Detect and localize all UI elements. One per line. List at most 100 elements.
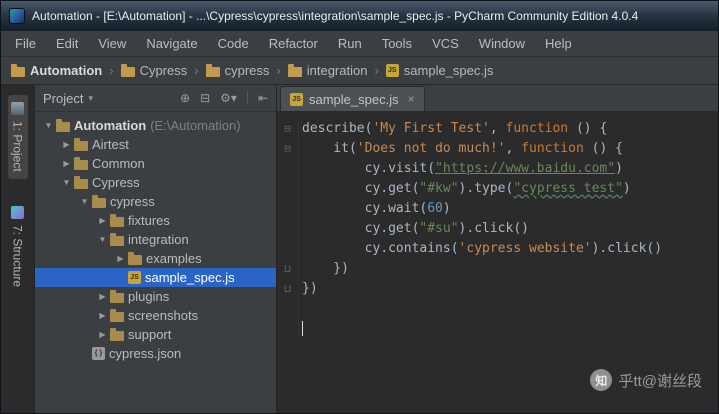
structure-icon [11,206,24,219]
main-area: 1: Project 7: Structure Project ▾ ⊕ ⊟ ⚙▾ ⇤ ▼… [1,85,718,413]
chevron-expanded-icon[interactable]: ▼ [95,235,110,244]
menu-item-edit[interactable]: Edit [46,31,88,56]
chevron-expanded-icon[interactable]: ▼ [41,121,56,130]
tree-item-path: (E:\Automation) [150,118,240,133]
code-line-11[interactable] [277,318,718,338]
chevron-collapsed-icon[interactable]: ▶ [59,159,74,168]
gutter-spacer [277,238,299,258]
tree-item-common[interactable]: ▶ Common [35,154,276,173]
project-view-selector[interactable]: Project ▾ [43,91,93,106]
tree-item-label: Automation [74,118,146,133]
fold-marker-icon[interactable]: ⊟ [277,138,299,158]
editor-area: JS sample_spec.js × ⊟describe('My First … [277,85,718,413]
tree-item-label: integration [128,232,189,247]
gutter-spacer [277,298,299,318]
breadcrumb-item-cypress[interactable]: cypress [206,63,270,78]
tree-item-cypress-json[interactable]: { }cypress.json [35,344,276,363]
code-line-6[interactable]: cy.get("#su").click() [277,218,718,238]
tree-item-label: support [128,327,171,342]
gutter-spacer [277,178,299,198]
code-line-4[interactable]: cy.get("#kw").type("cypress test") [277,178,718,198]
folder-icon [11,67,25,77]
tree-item-integration[interactable]: ▼ integration [35,230,276,249]
code-line-7[interactable]: cy.contains('cypress website').click() [277,238,718,258]
code-line-1[interactable]: ⊟describe('My First Test', function () { [277,118,718,138]
code-line-10[interactable] [277,298,718,318]
breadcrumb-item-cypress[interactable]: Cypress [121,63,188,78]
title-bar[interactable]: Automation - [E:\Automation] - ...\Cypre… [1,1,718,31]
tree-item-plugins[interactable]: ▶plugins [35,287,276,306]
code-line-9[interactable]: ⊔}) [277,278,718,298]
breadcrumb-label: cypress [225,63,270,78]
code-lines[interactable]: ⊟describe('My First Test', function () {… [277,112,718,413]
chevron-collapsed-icon[interactable]: ▶ [95,292,110,301]
tree-item-label: Cypress [92,175,140,190]
folder-icon [110,293,124,303]
tree-item-cypress[interactable]: ▼cypress [35,192,276,211]
breadcrumb-item-integration[interactable]: integration [288,63,368,78]
breadcrumb-label: integration [307,63,368,78]
breadcrumb-item-automation[interactable]: Automation [11,63,102,78]
menu-item-vcs[interactable]: VCS [422,31,469,56]
fold-marker-icon[interactable]: ⊔ [277,278,299,298]
chevron-collapsed-icon[interactable]: ▶ [95,216,110,225]
chevron-collapsed-icon[interactable]: ▶ [95,311,110,320]
tree-item-cypress[interactable]: ▼ Cypress [35,173,276,192]
tree-item-examples[interactable]: ▶examples [35,249,276,268]
tree-item-label: Common [92,156,145,171]
tree-item-fixtures[interactable]: ▶ fixtures [35,211,276,230]
menu-item-tools[interactable]: Tools [372,31,422,56]
code-line-8[interactable]: ⊔ }) [277,258,718,278]
project-panel: Project ▾ ⊕ ⊟ ⚙▾ ⇤ ▼ Automation (E:\Automati… [35,85,277,413]
menu-item-code[interactable]: Code [208,31,259,56]
menu-item-file[interactable]: File [5,31,46,56]
tree-item-sample-spec-js[interactable]: JSsample_spec.js [35,268,276,287]
hide-panel-icon[interactable]: ⇤ [247,92,268,104]
project-panel-header: Project ▾ ⊕ ⊟ ⚙▾ ⇤ [35,85,276,112]
folder-icon [74,179,88,189]
watermark-text: 乎tt@谢丝段 [618,370,702,391]
tree-item-automation[interactable]: ▼ Automation (E:\Automation) [35,116,276,135]
tree-item-label: fixtures [128,213,170,228]
chevron-collapsed-icon[interactable]: ▶ [59,140,74,149]
breadcrumb-separator-icon: › [276,63,280,78]
breadcrumb: Automation›Cypress›cypress›integration›J… [1,57,718,85]
code-text: cy.wait(60) [299,201,451,216]
tree-item-label: screenshots [128,308,198,323]
code-line-3[interactable]: cy.visit("https://www.baidu.com") [277,158,718,178]
folder-icon [56,122,70,132]
folder-icon [288,67,302,77]
tool-window-button-7-structure[interactable]: 7: Structure [8,199,28,294]
tree-item-support[interactable]: ▶ support [35,325,276,344]
tree-item-airtest[interactable]: ▶Airtest [35,135,276,154]
code-text: cy.contains('cypress website').click() [299,241,662,256]
chevron-expanded-icon[interactable]: ▼ [77,197,92,206]
breadcrumb-separator-icon: › [374,63,378,78]
chevron-collapsed-icon[interactable]: ▶ [113,254,128,263]
folder-icon [206,67,220,77]
code-line-2[interactable]: ⊟ it('Does not do much!', function () { [277,138,718,158]
menu-item-view[interactable]: View [88,31,136,56]
breadcrumb-item-sample-spec-js[interactable]: JSsample_spec.js [386,63,494,78]
fold-marker-icon[interactable]: ⊟ [277,118,299,138]
tool-window-button-1-project[interactable]: 1: Project [8,95,28,179]
editor-tab-sample-spec[interactable]: JS sample_spec.js × [280,86,425,111]
menu-item-navigate[interactable]: Navigate [136,31,207,56]
menu-item-run[interactable]: Run [328,31,372,56]
fold-marker-icon[interactable]: ⊔ [277,258,299,278]
gutter-spacer [277,198,299,218]
close-icon[interactable]: × [408,92,415,106]
code-line-5[interactable]: cy.wait(60) [277,198,718,218]
tree-item-screenshots[interactable]: ▶ screenshots [35,306,276,325]
folder-icon [110,217,124,227]
menu-item-window[interactable]: Window [469,31,535,56]
settings-gear-icon[interactable]: ⚙▾ [220,92,237,104]
chevron-collapsed-icon[interactable]: ▶ [95,330,110,339]
menu-item-help[interactable]: Help [535,31,582,56]
menu-item-refactor[interactable]: Refactor [259,31,328,56]
locate-icon[interactable]: ⊕ [180,92,190,104]
collapse-all-icon[interactable]: ⊟ [200,92,210,104]
breadcrumb-separator-icon: › [194,63,198,78]
chevron-expanded-icon[interactable]: ▼ [59,178,74,187]
tree-item-label: cypress.json [109,346,181,361]
